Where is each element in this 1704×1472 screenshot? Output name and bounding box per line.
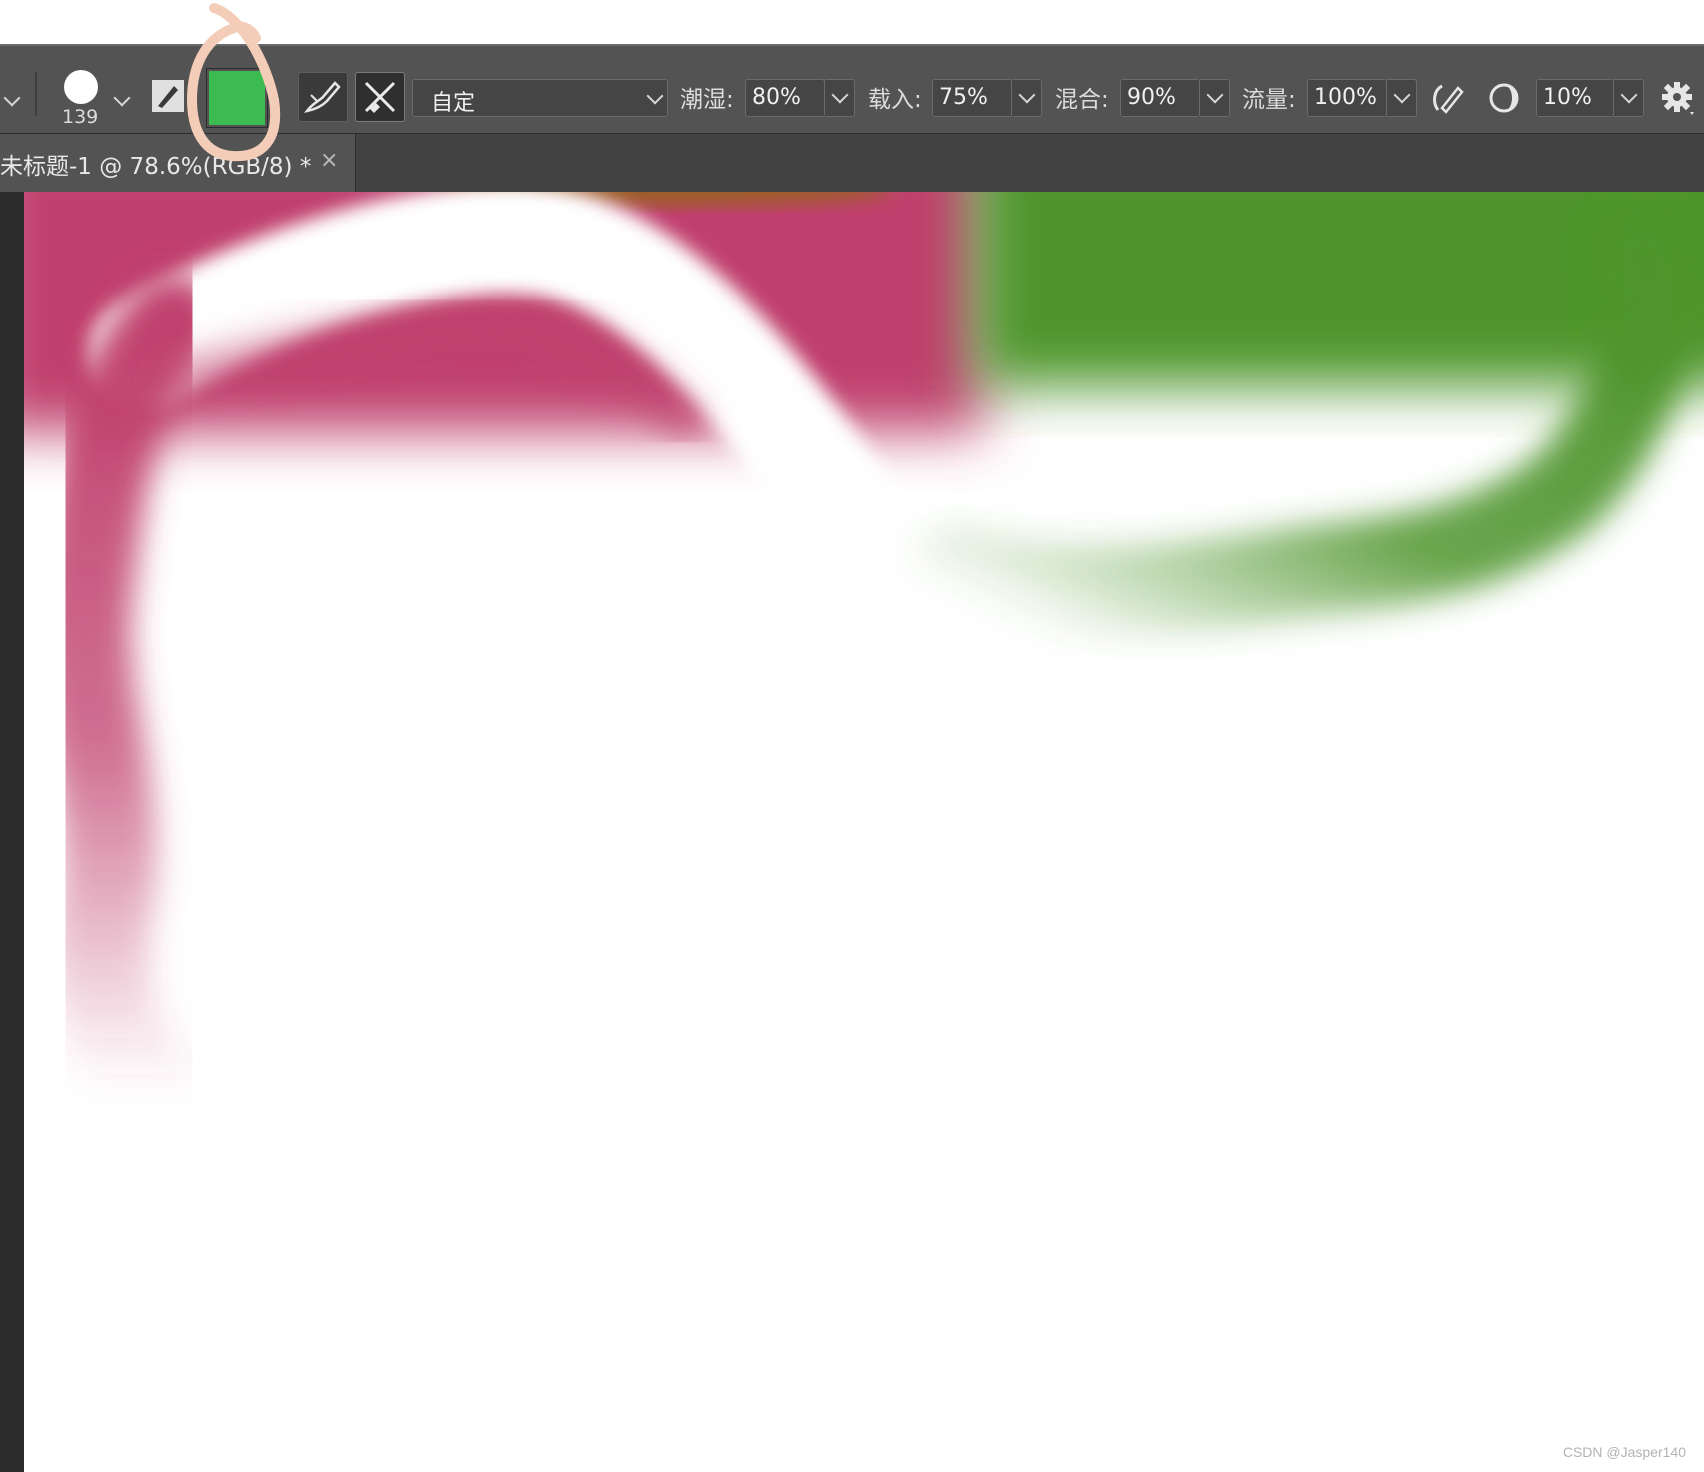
watermark: CSDN @Jasper140 — [1562, 1444, 1686, 1460]
brush-load-icon[interactable] — [150, 78, 186, 114]
chevron-down-icon — [1393, 86, 1411, 104]
chevron-down-icon — [1018, 86, 1036, 104]
document-canvas[interactable] — [24, 192, 1704, 1472]
smoothing-dropdown[interactable] — [1614, 79, 1644, 117]
brush-size-value: 139 — [62, 106, 99, 128]
wet-dropdown[interactable] — [825, 79, 855, 117]
brush-preset-value: 自定 — [431, 91, 476, 116]
color-swatch[interactable] — [206, 68, 268, 128]
mix-brush-button[interactable] — [355, 72, 405, 122]
color-swatch-fill — [209, 71, 265, 125]
brush-preset-dropdown[interactable]: 自定 — [412, 79, 668, 117]
gear-icon[interactable] — [1660, 80, 1696, 116]
chevron-down-icon — [831, 86, 849, 104]
flow-field[interactable]: 100% — [1307, 79, 1387, 117]
mix-brush-icon — [364, 81, 396, 113]
menubar-strip — [0, 0, 1704, 44]
pink-vertical-stroke — [36, 274, 222, 1140]
mix-field[interactable]: 90% — [1120, 79, 1200, 117]
close-icon[interactable]: × — [320, 148, 338, 173]
load-label: 载入: — [868, 87, 922, 113]
chevron-down-icon — [1620, 86, 1638, 104]
brush-tip-icon — [64, 70, 98, 104]
document-tab-title: 未标题-1 @ 78.6%(RGB/8) * — [0, 154, 312, 180]
workspace-edge — [0, 192, 24, 1472]
document-tab-bar: 未标题-1 @ 78.6%(RGB/8) * × — [0, 134, 1704, 192]
paint-strokes — [24, 192, 1704, 1140]
load-dropdown[interactable] — [1012, 79, 1042, 117]
smoothing-field[interactable]: 10% — [1536, 79, 1614, 117]
green-stroke-band — [974, 192, 1704, 387]
flow-label: 流量: — [1242, 87, 1296, 113]
load-field[interactable]: 75% — [932, 79, 1012, 117]
mix-dropdown[interactable] — [1200, 79, 1230, 117]
mix-label: 混合: — [1055, 87, 1109, 113]
separator — [35, 72, 37, 116]
airbrush-icon[interactable] — [1428, 80, 1468, 116]
document-tab[interactable]: 未标题-1 @ 78.6%(RGB/8) * × — [0, 134, 356, 192]
chevron-down-icon — [1206, 86, 1224, 104]
chevron-down-icon — [646, 87, 664, 105]
wet-field[interactable]: 80% — [745, 79, 825, 117]
wet-label: 潮湿: — [680, 87, 734, 113]
clean-brush-button[interactable] — [298, 72, 348, 122]
clean-brush-icon — [304, 81, 341, 113]
pressure-icon[interactable] — [1486, 80, 1522, 116]
flow-dropdown[interactable] — [1387, 79, 1417, 117]
